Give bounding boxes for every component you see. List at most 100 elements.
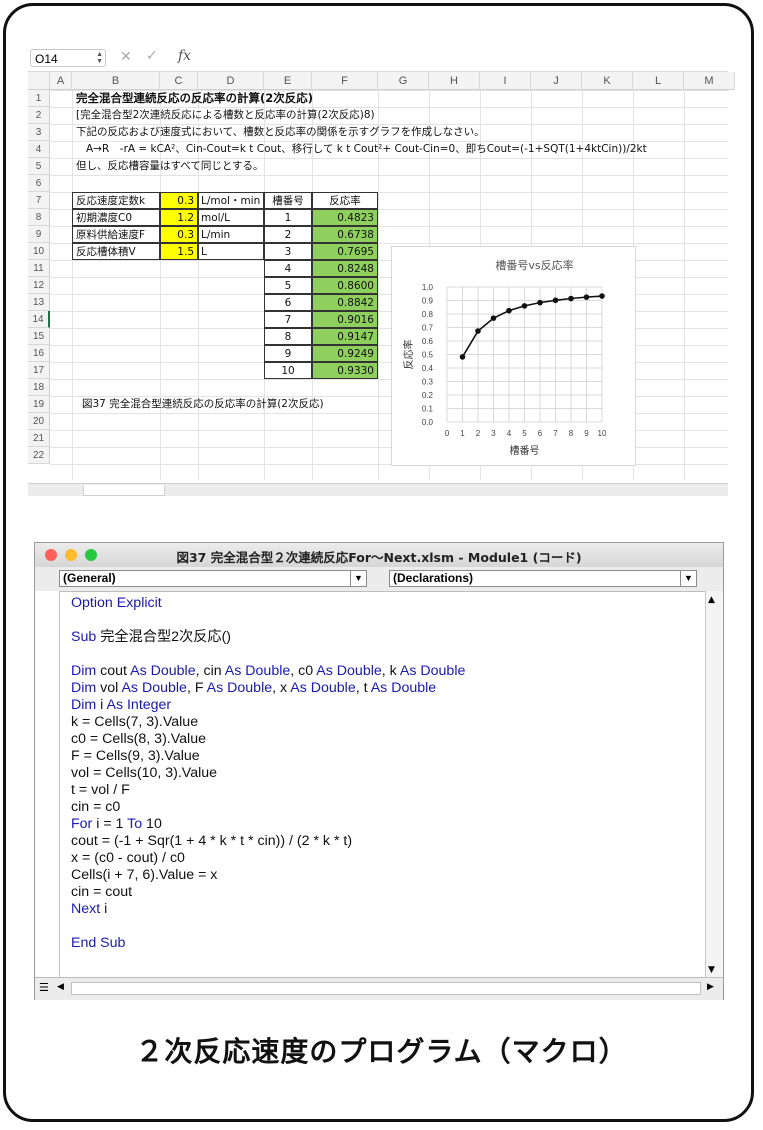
figure-caption[interactable]: 図37 完全混合型連続反応の反応率の計算(2次反応) — [72, 396, 324, 413]
name-box[interactable]: O14 ▲ ▼ — [30, 49, 106, 67]
tank-header[interactable]: 槽番号 — [264, 192, 312, 209]
scroll-left-icon[interactable]: ◀ — [57, 982, 64, 992]
code-line[interactable]: c0 = Cells(8, 3).Value — [71, 731, 701, 748]
code-line[interactable]: Dim vol As Double, F As Double, x As Dou… — [71, 680, 701, 697]
reaction-rate[interactable]: 0.8248 — [312, 260, 378, 277]
row-header-14[interactable]: 14 — [28, 311, 50, 328]
code-line[interactable]: cin = cout — [71, 884, 701, 901]
code-line[interactable]: t = vol / F — [71, 782, 701, 799]
reaction-rate-chart[interactable]: 0.0 0.1 0.2 0.3 0.4 0.5 0.6 0.7 0.8 0.9 1.0 0 1 2 3 4 5 6… — [391, 246, 636, 466]
row-header-4[interactable]: 4 — [28, 141, 50, 158]
param-unit[interactable]: L — [198, 243, 264, 260]
row-header-5[interactable]: 5 — [28, 158, 50, 175]
reaction-rate[interactable]: 0.9147 — [312, 328, 378, 345]
column-header-g[interactable]: G — [378, 72, 429, 90]
row-header-2[interactable]: 2 — [28, 107, 50, 124]
note-line[interactable]: 但し、反応槽容量はすべて同じとする。 — [72, 158, 264, 175]
code-line[interactable]: k = Cells(7, 3).Value — [71, 714, 701, 731]
row-header-17[interactable]: 17 — [28, 362, 50, 379]
view-mode-icon[interactable]: ☰ — [39, 981, 49, 994]
vertical-scrollbar[interactable]: ▲ ▼ — [705, 591, 723, 977]
tank-number[interactable]: 8 — [264, 328, 312, 345]
row-header-8[interactable]: 8 — [28, 209, 50, 226]
chevron-down-icon[interactable]: ▼ — [680, 571, 696, 586]
row-header-13[interactable]: 13 — [28, 294, 50, 311]
code-line[interactable]: x = (c0 - cout) / c0 — [71, 850, 701, 867]
param-label[interactable]: 原料供給速度F — [72, 226, 160, 243]
row-header-19[interactable]: 19 — [28, 396, 50, 413]
column-header-f[interactable]: F — [312, 72, 378, 90]
column-header-h[interactable]: H — [429, 72, 480, 90]
code-pane[interactable]: Option Explicit Sub 完全混合型2次反応() Dim cout A… — [71, 595, 701, 975]
row-header-10[interactable]: 10 — [28, 243, 50, 260]
param-value[interactable]: 1.5 — [160, 243, 198, 260]
code-line[interactable]: Option Explicit — [71, 595, 701, 612]
code-line[interactable]: For i = 1 To 10 — [71, 816, 701, 833]
column-header-m[interactable]: M — [684, 72, 735, 90]
column-header-i[interactable]: I — [480, 72, 531, 90]
code-line[interactable]: F = Cells(9, 3).Value — [71, 748, 701, 765]
select-all-corner[interactable] — [28, 72, 50, 90]
param-label[interactable]: 反応速度定数k — [72, 192, 160, 209]
code-line[interactable]: cout = (-1 + Sqr(1 + 4 * k * t * cin)) /… — [71, 833, 701, 850]
reaction-rate[interactable]: 0.4823 — [312, 209, 378, 226]
name-box-spin-icon[interactable]: ▲ ▼ — [96, 51, 103, 65]
code-line[interactable]: Dim cout As Double, cin As Double, c0 As… — [71, 663, 701, 680]
row-header-9[interactable]: 9 — [28, 226, 50, 243]
cell-grid[interactable]: 完全混合型連続反応の反応率の計算(2次反応) [完全混合型2次連続反応による槽数と… — [50, 90, 728, 480]
column-header-l[interactable]: L — [633, 72, 684, 90]
tank-number[interactable]: 10 — [264, 362, 312, 379]
cancel-icon[interactable]: ✕ — [120, 49, 132, 65]
object-combo[interactable]: (General) ▼ — [59, 570, 367, 587]
tank-number[interactable]: 6 — [264, 294, 312, 311]
horizontal-scrollbar[interactable]: ☰ ◀ ▶ — [35, 977, 723, 1000]
code-line[interactable]: Next i — [71, 901, 701, 918]
code-line[interactable] — [71, 612, 701, 629]
reaction-rate[interactable]: 0.6738 — [312, 226, 378, 243]
insert-function-icon[interactable]: fx — [178, 48, 191, 64]
tank-number[interactable]: 4 — [264, 260, 312, 277]
column-header-a[interactable]: A — [50, 72, 72, 90]
reaction-rate[interactable]: 0.8842 — [312, 294, 378, 311]
tank-number[interactable]: 2 — [264, 226, 312, 243]
row-header-16[interactable]: 16 — [28, 345, 50, 362]
reaction-rate[interactable]: 0.7695 — [312, 243, 378, 260]
equation-line[interactable]: A→R -rA = kCA²、Cin-Cout=k t Cout、移行して k … — [72, 141, 647, 158]
param-unit[interactable]: mol/L — [198, 209, 264, 226]
scroll-track[interactable] — [71, 982, 701, 995]
code-line[interactable]: Dim i As Integer — [71, 697, 701, 714]
param-unit[interactable]: L/min — [198, 226, 264, 243]
column-header-j[interactable]: J — [531, 72, 582, 90]
description-line[interactable]: [完全混合型2次連続反応による槽数と反応率の計算(2次反応)8) — [72, 107, 375, 124]
reaction-rate[interactable]: 0.9330 — [312, 362, 378, 379]
row-header-22[interactable]: 22 — [28, 447, 50, 464]
code-line[interactable]: End Sub — [71, 935, 701, 952]
code-line[interactable] — [71, 646, 701, 663]
tank-number[interactable]: 7 — [264, 311, 312, 328]
scroll-up-icon[interactable]: ▲ — [708, 595, 715, 605]
column-header-b[interactable]: B — [72, 72, 160, 90]
param-value[interactable]: 1.2 — [160, 209, 198, 226]
code-line[interactable]: vol = Cells(10, 3).Value — [71, 765, 701, 782]
row-header-21[interactable]: 21 — [28, 430, 50, 447]
procedure-combo[interactable]: (Declarations) ▼ — [389, 570, 697, 587]
tank-number[interactable]: 3 — [264, 243, 312, 260]
column-header-e[interactable]: E — [264, 72, 312, 90]
code-line[interactable]: Sub 完全混合型2次反応() — [71, 629, 701, 646]
row-header-11[interactable]: 11 — [28, 260, 50, 277]
column-header-k[interactable]: K — [582, 72, 633, 90]
row-header-7[interactable]: 7 — [28, 192, 50, 209]
rate-header[interactable]: 反応率 — [312, 192, 378, 209]
tank-number[interactable]: 1 — [264, 209, 312, 226]
row-header-3[interactable]: 3 — [28, 124, 50, 141]
param-label[interactable]: 反応槽体積V — [72, 243, 160, 260]
tank-number[interactable]: 5 — [264, 277, 312, 294]
row-header-1[interactable]: 1 — [28, 90, 50, 107]
param-value[interactable]: 0.3 — [160, 192, 198, 209]
column-header-c[interactable]: C — [160, 72, 198, 90]
chevron-down-icon[interactable]: ▼ — [350, 571, 366, 586]
reaction-rate[interactable]: 0.9016 — [312, 311, 378, 328]
reaction-rate[interactable]: 0.8600 — [312, 277, 378, 294]
column-header-d[interactable]: D — [198, 72, 264, 90]
code-line[interactable] — [71, 918, 701, 935]
